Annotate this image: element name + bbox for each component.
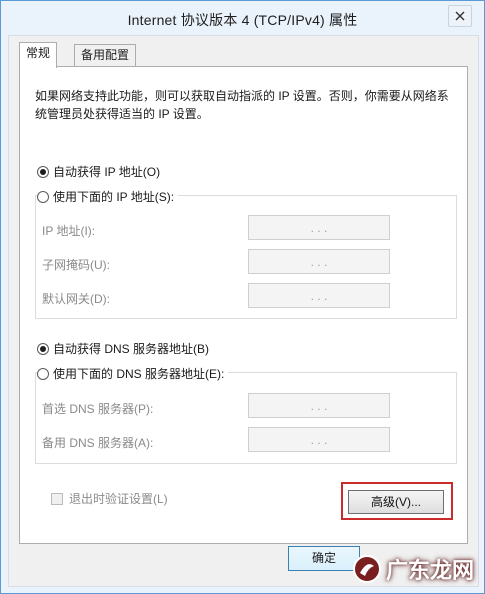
default-gateway-value: . . . [310,288,328,303]
radio-label-manual-ip: 使用下面的 IP 地址(S): [53,190,175,204]
default-gateway-input[interactable]: . . . [248,283,390,308]
tab-alternate-config[interactable]: 备用配置 [74,44,137,67]
validate-settings-row[interactable]: 退出时验证设置(L) [51,490,168,507]
watermark-logo-icon [352,555,381,583]
radio-dot-auto-ip [37,165,49,178]
preferred-dns-value: . . . [310,398,328,413]
tab-panel-general: 如果网络支持此功能，则可以获取自动指派的 IP 设置。否则，你需要从网络系统管理… [19,66,468,544]
subnet-mask-value: . . . [310,254,328,269]
radio-auto-ip[interactable]: 自动获得 IP 地址(O) [37,163,165,180]
radio-manual-ip[interactable]: 使用下面的 IP 地址(S): [37,188,179,205]
subnet-mask-input[interactable]: . . . [248,249,390,274]
validate-settings-checkbox[interactable] [51,492,63,505]
dialog-window: Internet 协议版本 4 (TCP/IPv4) 属性 常规 备用配置 如果… [0,0,485,594]
description-text: 如果网络支持此功能，则可以获取自动指派的 IP 设置。否则，你需要从网络系统管理… [35,89,449,121]
alternate-dns-input[interactable]: . . . [248,427,390,452]
radio-auto-dns[interactable]: 自动获得 DNS 服务器地址(B) [37,340,214,357]
radio-label-auto-dns: 自动获得 DNS 服务器地址(B) [53,342,210,356]
radio-dot-manual-dns [37,367,49,380]
ip-address-label: IP 地址(I): [42,224,96,238]
watermark-text: 广东龙网 [385,558,474,583]
close-icon [455,11,465,21]
ip-address-input[interactable]: . . . [248,215,390,240]
radio-dot-auto-dns [37,342,49,355]
subnet-mask-label: 子网掩码(U): [42,258,110,272]
alternate-dns-value: . . . [310,432,328,447]
close-button[interactable] [448,5,472,27]
ok-button[interactable]: 确定 [288,546,360,571]
radio-manual-dns[interactable]: 使用下面的 DNS 服务器地址(E): [37,365,229,382]
preferred-dns-label: 首选 DNS 服务器(P): [42,402,154,416]
advanced-button[interactable]: 高级(V)... [348,490,444,514]
radio-dot-manual-ip [37,190,49,203]
tab-general[interactable]: 常规 [19,42,58,68]
title-bar: Internet 协议版本 4 (TCP/IPv4) 属性 [1,1,484,35]
watermark: 广东龙网 [352,553,474,585]
default-gateway-label: 默认网关(D): [42,292,110,306]
radio-label-auto-ip: 自动获得 IP 地址(O) [53,165,161,179]
alternate-dns-label: 备用 DNS 服务器(A): [42,436,154,450]
preferred-dns-input[interactable]: . . . [248,393,390,418]
radio-label-manual-dns: 使用下面的 DNS 服务器地址(E): [53,367,225,381]
ip-address-value: . . . [310,220,328,235]
validate-settings-label: 退出时验证设置(L) [69,492,168,506]
window-title: Internet 协议版本 4 (TCP/IPv4) 属性 [127,12,358,28]
